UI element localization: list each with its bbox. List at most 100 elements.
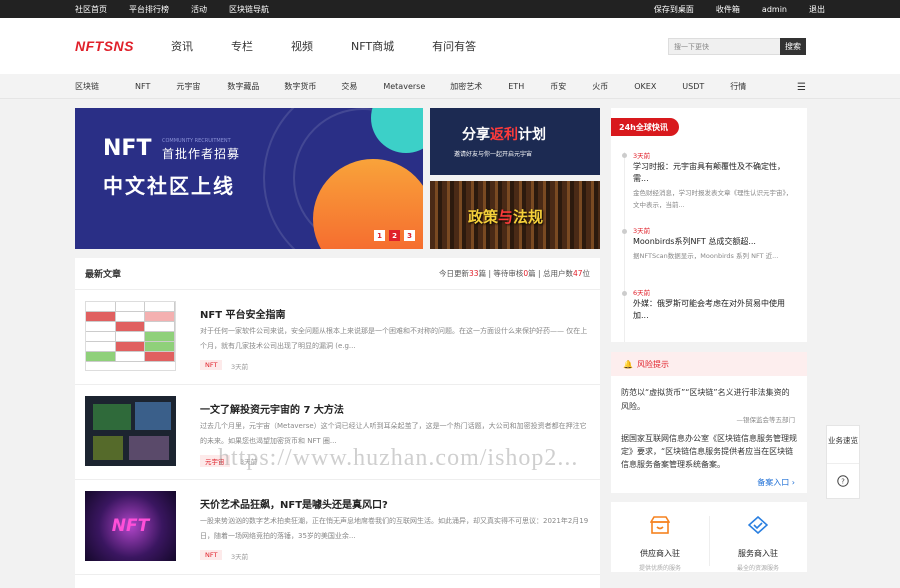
news-title[interactable]: 外媒：俄罗斯可能会考虑在对外贸易中使用加... (633, 298, 797, 322)
bell-icon: 🔔 (623, 359, 633, 369)
article-title[interactable]: 天价艺术品狂飙，NFT是噱头还是真风口? (200, 496, 388, 511)
top-link[interactable]: 区块链导航 (229, 5, 269, 14)
timeline-dot (622, 229, 627, 234)
article-tag[interactable]: NFT (200, 360, 223, 370)
main-banner[interactable]: NFT COMMUNITY RECRUITMENT 首批作者招募 中文社区上线 … (75, 108, 423, 249)
article-excerpt: 一股来势汹汹的数字艺术拍卖狂潮，正在悄无声息地席卷我们的互联网生活。如此涌异，却… (200, 517, 589, 540)
promo-share-title: 分享返利计划 (462, 127, 546, 143)
top-link[interactable]: 活动 (191, 5, 207, 14)
chevron-right-icon: › (791, 478, 795, 487)
top-link[interactable]: 平台排行榜 (129, 5, 169, 14)
article-thumbnail[interactable] (85, 396, 176, 466)
news-date: 6天前 (633, 289, 651, 297)
category-item[interactable]: 加密艺术 (450, 81, 482, 92)
category-item[interactable]: OKEX (634, 82, 656, 91)
shop-icon (649, 516, 671, 534)
section-title: 最新文章 (85, 270, 122, 280)
logout-link[interactable]: 退出 (809, 5, 825, 14)
category-item[interactable]: NFT (135, 82, 150, 91)
site-logo[interactable]: NFTSNS (75, 38, 171, 54)
article-item[interactable]: NFT 平台安全指南 对于任何一家软件公司来说，安全问题从根本上来说那是一个困难… (75, 290, 600, 385)
timeline-dot (622, 153, 627, 158)
news-item[interactable]: 3天前 Moonbirds系列NFT 总成交额超... 据NFTScan数据显示… (633, 225, 797, 262)
filing-link[interactable]: 备案入口 › (757, 477, 795, 488)
watermark: https://www.huzhan.com/ishop2... (218, 445, 579, 471)
news-title[interactable]: Moonbirds系列NFT 总成交额超... (633, 236, 797, 248)
category-item[interactable]: USDT (682, 82, 704, 91)
category-item[interactable]: 数字藏品 (227, 81, 259, 92)
latest-articles: 最新文章 今日更新33篇 | 等待审核0篇 | 总用户数47位 NFT 平台安全… (75, 258, 600, 588)
user-link[interactable]: admin (762, 5, 787, 14)
supplier-entry[interactable]: 供应商入驻 提供优质的服务 (611, 516, 709, 572)
risk-notice-panel: 🔔 风险提示 防范以“虚拟货币”“区块链”名义进行非法集资的风险。 —银保监会等五… (611, 352, 807, 493)
top-link[interactable]: 社区首页 (75, 5, 107, 14)
service-label: 供应商入驻 (640, 549, 680, 558)
promo-policy-banner[interactable]: 政策与法规 (430, 181, 600, 249)
service-sub: 最全的资源服务 (736, 565, 779, 572)
nav-item[interactable]: NFT商城 (351, 38, 394, 54)
category-bar: 区块链 NFT 元宇宙 数字藏品 数字货币 交易 Metaverse 加密艺术 … (0, 74, 900, 99)
top-bar-left: 社区首页 平台排行榜 活动 区块链导航 (75, 4, 291, 15)
news-date: 3天前 (633, 152, 651, 160)
main-nav: 资讯 专栏 视频 NFT商城 有问有答 (171, 38, 514, 54)
category-item[interactable]: 火币 (592, 81, 608, 92)
service-label: 服务商入驻 (738, 549, 778, 558)
pager-dot[interactable]: 1 (374, 230, 385, 241)
category-item[interactable]: 行情 (730, 81, 746, 92)
category-item[interactable]: 元宇宙 (176, 81, 200, 92)
news-summary: 金色财经消息，学习时报发表文章《理性认识元宇宙》，文中表示，当前... (633, 189, 793, 209)
top-bar: 社区首页 平台排行榜 活动 区块链导航 保存到桌面 收件箱 admin 退出 (0, 0, 900, 18)
timeline-dot (622, 291, 627, 296)
news-title[interactable]: 学习时报：元宇宙具有颠覆性及不确定性，需... (633, 161, 797, 185)
pager-dot-active[interactable]: 2 (389, 230, 400, 241)
article-thumbnail[interactable] (85, 301, 176, 371)
top-link[interactable]: 保存到桌面 (654, 5, 694, 14)
category-item[interactable]: 币安 (550, 81, 566, 92)
search-button[interactable]: 搜索 (780, 38, 806, 55)
promo-share-banner[interactable]: 分享返利计划 邀请好友与你一起开启元宇宙 (430, 108, 600, 175)
category-item[interactable]: Metaverse (383, 82, 425, 91)
menu-icon[interactable]: ☰ (797, 82, 806, 93)
top-bar-right: 保存到桌面 收件箱 admin 退出 (654, 4, 825, 15)
diamond-icon (747, 515, 769, 535)
category-item[interactable]: 区块链 (75, 81, 99, 92)
news-summary: 据NFTScan数据显示，Moonbirds 系列 NFT 近... (633, 252, 779, 260)
risk-text: 据国家互联网信息办公室《区块链信息服务管理规定》要求，“区块链信息服务提供者应当… (621, 434, 797, 469)
nav-item[interactable]: 视频 (291, 38, 313, 54)
article-item[interactable]: NFT 天价艺术品狂飙，NFT是噱头还是真风口? 一股来势汹汹的数字艺术拍卖狂潮… (75, 480, 600, 575)
nav-item[interactable]: 专栏 (231, 38, 253, 54)
risk-source: —银保监会等五部门 (736, 416, 796, 424)
help-icon[interactable]: ? (827, 464, 859, 498)
article-time: 3天前 (231, 553, 249, 561)
sidebar: 24h全球快讯 3天前 学习时报：元宇宙具有颠覆性及不确定性，需... 金色财经… (611, 108, 807, 572)
site-header: NFTSNS 资讯 专栏 视频 NFT商城 有问有答 搜一下更快 搜索 (0, 18, 900, 74)
business-overview-button[interactable]: 业务速览 (827, 426, 859, 464)
banner-subtitle-en: COMMUNITY RECRUITMENT (162, 138, 231, 144)
category-item[interactable]: 交易 (341, 81, 357, 92)
article-title[interactable]: NFT 平台安全指南 (200, 306, 286, 321)
category-item[interactable]: ETH (508, 82, 524, 91)
pager-dot[interactable]: 3 (404, 230, 415, 241)
news-item[interactable]: 6天前 外媒：俄罗斯可能会考虑在对外贸易中使用加... (633, 287, 797, 322)
article-stats: 今日更新33篇 | 等待审核0篇 | 总用户数47位 (439, 269, 590, 278)
news-item[interactable]: 3天前 学习时报：元宇宙具有颠覆性及不确定性，需... 金色财经消息，学习时报发… (633, 150, 797, 211)
nav-item[interactable]: 有问有答 (432, 38, 476, 54)
service-provider-entry[interactable]: 服务商入驻 最全的资源服务 (709, 515, 807, 572)
article-time: 3天前 (231, 363, 249, 371)
article-thumbnail[interactable]: NFT (85, 491, 176, 561)
articles-header: 最新文章 今日更新33篇 | 等待审核0篇 | 总用户数47位 (75, 258, 600, 290)
service-sub: 提供优质的服务 (638, 565, 681, 572)
promo-share-sub: 邀请好友与你一起开启元宇宙 (454, 151, 533, 158)
category-item[interactable]: 数字货币 (284, 81, 316, 92)
search-box: 搜一下更快 搜索 (668, 38, 806, 55)
service-panel: 供应商入驻 提供优质的服务 服务商入驻 最全的资源服务 (611, 502, 807, 572)
svg-text:?: ? (841, 478, 845, 486)
nav-item[interactable]: 资讯 (171, 38, 193, 54)
article-tag[interactable]: NFT (200, 550, 223, 560)
risk-text: 防范以“虚拟货币”“区块链”名义进行非法集资的风险。 (621, 388, 790, 411)
promo-policy-title: 政策与法规 (468, 208, 544, 226)
news-flash-badge: 24h全球快讯 (611, 118, 679, 136)
article-title[interactable]: 一文了解投资元宇宙的 7 大方法 (200, 401, 344, 416)
top-link[interactable]: 收件箱 (716, 5, 740, 14)
search-input[interactable]: 搜一下更快 (668, 38, 780, 55)
